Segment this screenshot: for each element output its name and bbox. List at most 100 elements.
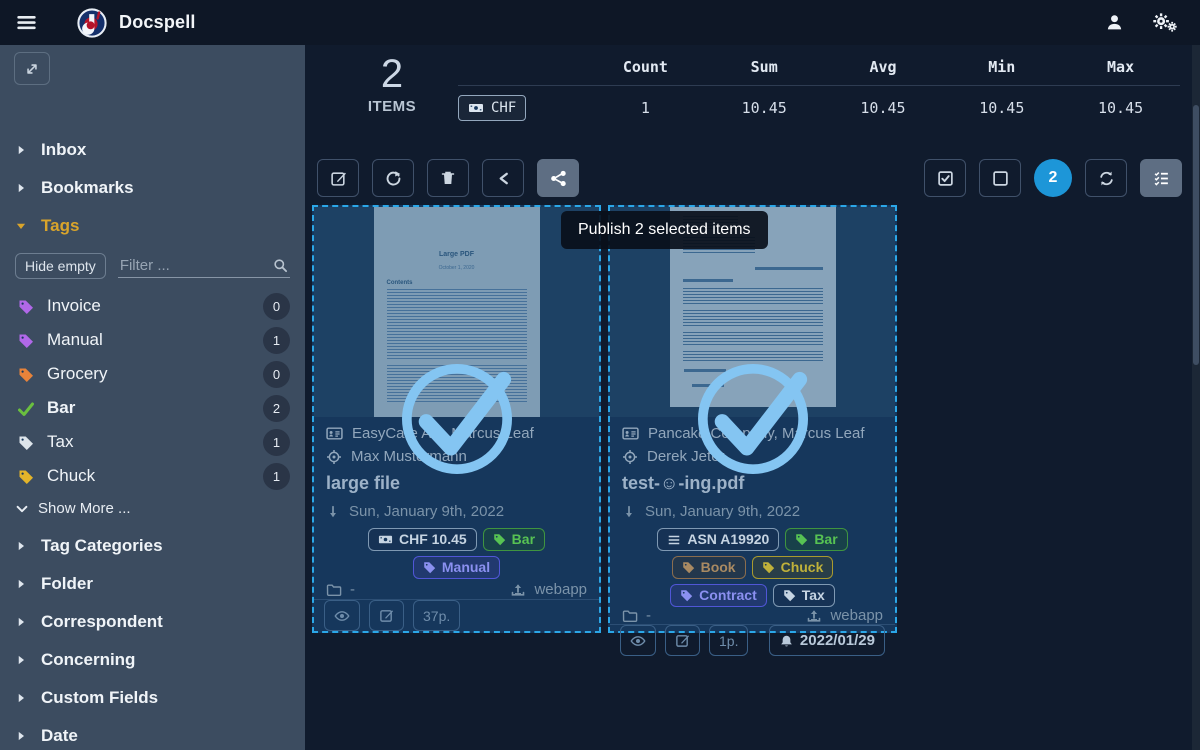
due-date-text: 2022/01/29 xyxy=(800,632,875,649)
edit-item-button[interactable] xyxy=(369,600,404,631)
view-toolbar: 2 xyxy=(924,159,1182,197)
card-footer: - webapp xyxy=(314,579,599,599)
show-more-link[interactable]: Show More ... xyxy=(0,493,305,523)
tag-row-grocery[interactable]: Grocery 0 xyxy=(0,357,305,391)
tag-badge-chuck[interactable]: Chuck xyxy=(752,556,834,579)
items-count: 2 ITEMS xyxy=(356,52,428,115)
user-icon[interactable] xyxy=(1105,13,1124,32)
sidebar-item-inbox[interactable]: Inbox xyxy=(0,131,305,169)
tag-badge-bar[interactable]: Bar xyxy=(785,528,847,551)
tag-badge-manual[interactable]: Manual xyxy=(413,556,500,579)
sidebar-item-date[interactable]: Date xyxy=(0,717,305,750)
tag-badge-contract[interactable]: Contract xyxy=(670,584,767,607)
selected-checkmark-icon xyxy=(687,353,819,485)
stats-table: Count Sum Avg Min Max CHF 1 10.45 10.45 … xyxy=(458,58,1180,121)
asn-badge[interactable]: ASN A19920 xyxy=(657,528,779,551)
publish-selected-button[interactable] xyxy=(537,159,579,197)
sidebar-item-label: Correspondent xyxy=(41,612,163,632)
edit-selected-button[interactable] xyxy=(317,159,359,197)
tag-row-tax[interactable]: Tax 1 xyxy=(0,425,305,459)
tag-row-chuck[interactable]: Chuck 1 xyxy=(0,459,305,493)
sidebar-item-tags[interactable]: Tags xyxy=(0,207,305,245)
tag-count-badge: 1 xyxy=(263,429,290,456)
selected-count-badge[interactable]: 2 xyxy=(1034,159,1072,197)
sidebar-item-label: Folder xyxy=(41,574,93,594)
publish-tooltip: Publish 2 selected items xyxy=(561,211,768,249)
caret-down-icon xyxy=(15,220,27,232)
reprocess-selected-button[interactable] xyxy=(372,159,414,197)
stats-header-max: Max xyxy=(1061,58,1180,76)
tag-badge-bar[interactable]: Bar xyxy=(483,528,545,551)
docspell-logo xyxy=(77,8,107,38)
arrow-down-icon xyxy=(622,503,636,520)
sidebar-item-correspondent[interactable]: Correspondent xyxy=(0,603,305,641)
list-view-menu-button[interactable] xyxy=(1140,159,1182,197)
preview-eye-button[interactable] xyxy=(620,625,656,656)
edit-item-button[interactable] xyxy=(665,625,700,656)
merge-selected-button[interactable] xyxy=(482,159,524,197)
top-navbar: Docspell xyxy=(0,0,1200,45)
tag-badge-tax[interactable]: Tax xyxy=(773,584,835,607)
currency-chf-button[interactable]: CHF xyxy=(458,95,526,121)
settings-gears-icon[interactable] xyxy=(1152,12,1178,33)
badge-label: Book xyxy=(701,559,736,576)
tag-row-bar-selected[interactable]: Bar 2 xyxy=(0,391,305,425)
item-card-large-file[interactable]: Large PDF October 1, 2020 Contents EasyC… xyxy=(312,205,601,633)
preview-eye-button[interactable] xyxy=(324,600,360,631)
preview-text-block xyxy=(683,332,823,345)
item-date: Sun, January 9th, 2022 xyxy=(645,503,800,520)
items-count-label: ITEMS xyxy=(356,98,428,115)
card-footer: - webapp xyxy=(610,607,895,624)
sidebar-item-folder[interactable]: Folder xyxy=(0,565,305,603)
tag-row-invoice[interactable]: Invoice 0 xyxy=(0,289,305,323)
delete-selected-button[interactable] xyxy=(427,159,469,197)
id-card-icon xyxy=(622,425,639,443)
page-count-badge: 37p. xyxy=(413,600,460,631)
stats-value-sum: 10.45 xyxy=(705,99,824,117)
preview-date: October 1, 2020 xyxy=(374,265,540,271)
folder-icon xyxy=(326,580,342,597)
expand-sidebar-button[interactable] xyxy=(14,52,50,85)
chevron-down-icon xyxy=(15,500,29,517)
preview-title: Large PDF xyxy=(374,251,540,258)
badge-label: Bar xyxy=(512,531,535,548)
id-card-icon xyxy=(326,425,343,443)
tag-name: Chuck xyxy=(47,466,95,486)
source-name: webapp xyxy=(830,607,883,624)
scrollbar-thumb[interactable] xyxy=(1193,105,1199,365)
selection-toolbar xyxy=(317,159,579,197)
folder-name: - xyxy=(350,581,355,598)
sidebar-item-bookmarks[interactable]: Bookmarks xyxy=(0,169,305,207)
tag-filter-wrap xyxy=(118,254,290,278)
menu-icon[interactable] xyxy=(16,12,37,33)
refresh-button[interactable] xyxy=(1085,159,1127,197)
preview-heading: Contents xyxy=(387,280,527,286)
badge-label: Chuck xyxy=(781,559,824,576)
tag-badge-book[interactable]: Book xyxy=(672,556,746,579)
sidebar-item-custom-fields[interactable]: Custom Fields xyxy=(0,679,305,717)
tag-row-manual[interactable]: Manual 1 xyxy=(0,323,305,357)
vertical-scrollbar[interactable] xyxy=(1192,45,1200,750)
sidebar-item-concerning[interactable]: Concerning xyxy=(0,641,305,679)
folder-info: - xyxy=(622,607,651,624)
hide-empty-button[interactable]: Hide empty xyxy=(15,253,106,279)
upload-icon xyxy=(806,607,822,624)
stats-row-chf: CHF 1 10.45 10.45 10.45 10.45 xyxy=(458,86,1180,121)
stats-header-row: Count Sum Avg Min Max xyxy=(458,58,1180,86)
select-all-button[interactable] xyxy=(924,159,966,197)
tag-icon xyxy=(18,432,34,452)
item-card-test-ing-pdf[interactable]: Pancake Company, Marcus Leaf Derek Jeter… xyxy=(608,205,897,633)
source-name: webapp xyxy=(534,581,587,598)
tag-filter-input[interactable] xyxy=(118,254,290,278)
caret-right-icon xyxy=(15,692,27,704)
item-badges: CHF 10.45 Bar Manual xyxy=(326,528,587,579)
docspell-app: Docspell Inbox Bookmarks Tags Hide empty xyxy=(0,0,1200,750)
badge-label: Bar xyxy=(814,531,837,548)
amount-badge[interactable]: CHF 10.45 xyxy=(368,528,477,551)
person-target-icon xyxy=(622,448,638,465)
stats-header-count: Count xyxy=(586,58,705,76)
caret-right-icon xyxy=(15,540,27,552)
select-none-button[interactable] xyxy=(979,159,1021,197)
sidebar-item-tag-categories[interactable]: Tag Categories xyxy=(0,527,305,565)
item-date-line: Sun, January 9th, 2022 xyxy=(326,497,587,526)
